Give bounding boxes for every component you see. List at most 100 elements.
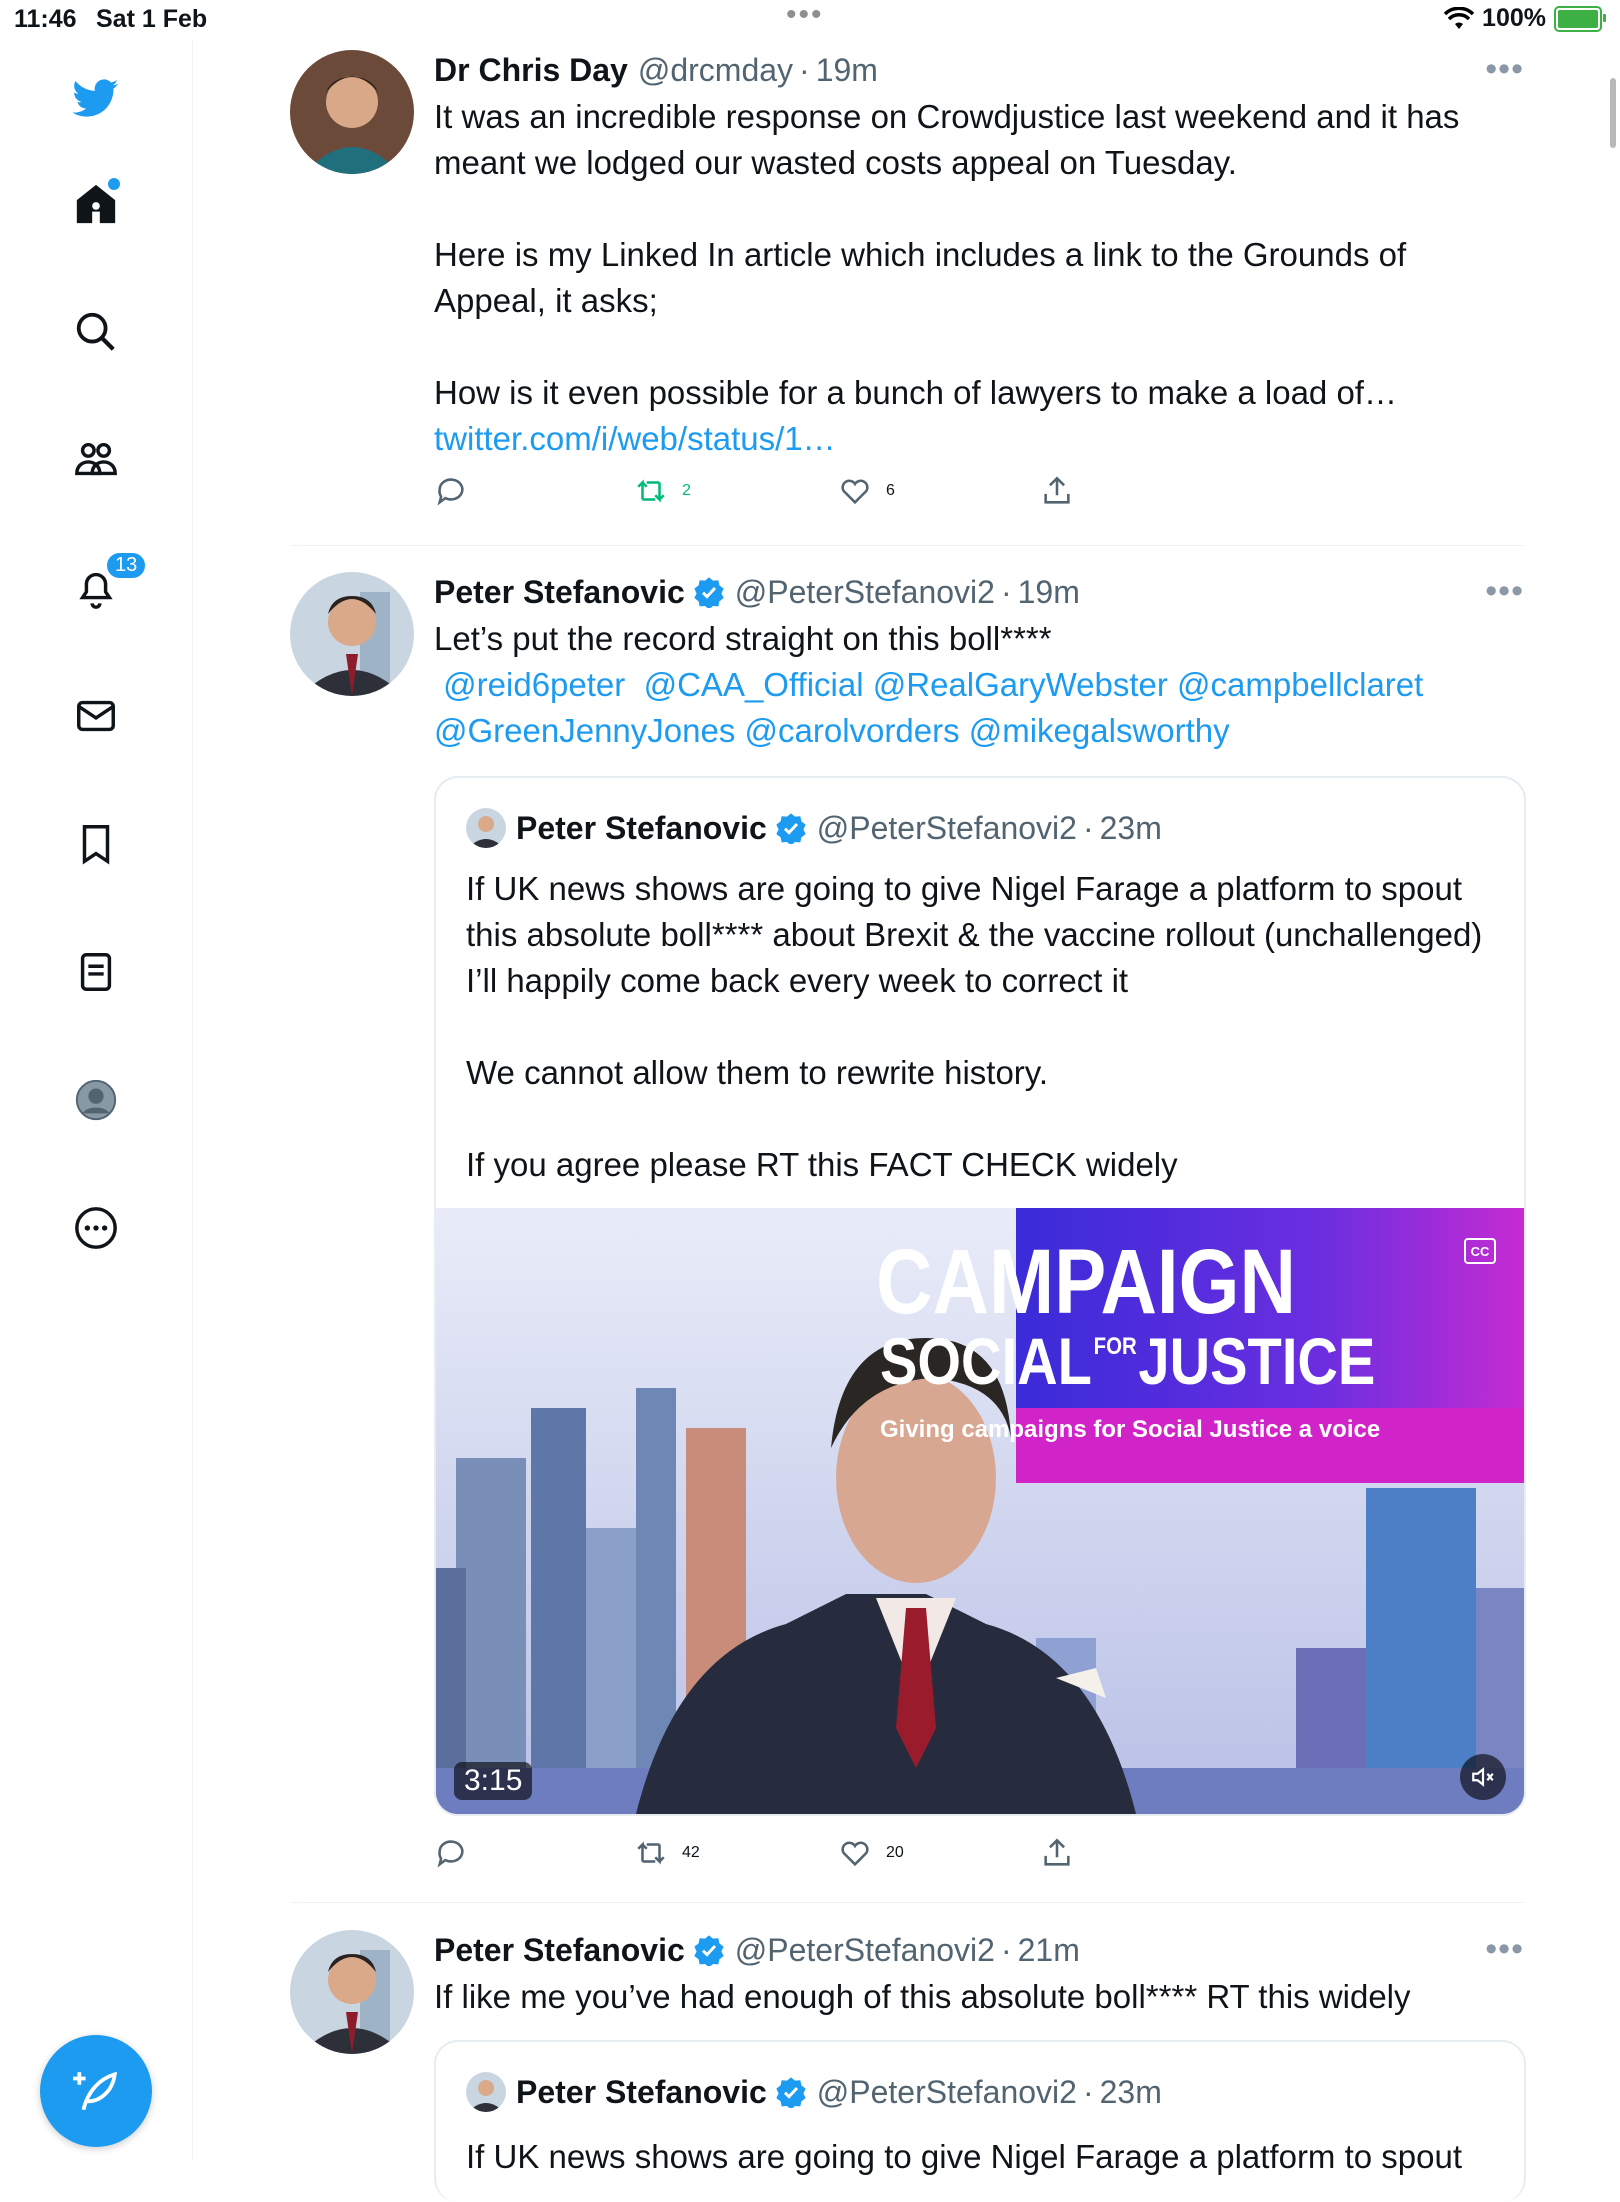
reply-icon [437, 478, 464, 506]
banner-word: JUSTICE [1138, 1324, 1376, 1398]
compose-tweet-button[interactable] [40, 2035, 152, 2147]
quote-avatar[interactable] [466, 2072, 506, 2112]
video-player[interactable]: CAMPAIGN SOCIAL FOR JUSTICE Giving campa… [436, 1208, 1524, 1814]
like-button[interactable]: 6 [838, 474, 895, 508]
quote-time[interactable]: 23m [1100, 810, 1162, 847]
tweet-paragraph: It was an incredible response on Crowdju… [434, 98, 1460, 181]
notifications-icon[interactable]: 13 [66, 550, 149, 618]
home-icon[interactable] [66, 174, 126, 234]
tweet-header: Dr Chris Day @drcmday · 19m [434, 50, 1524, 90]
separator: · [1082, 2073, 1094, 2110]
closed-captions-icon[interactable]: CC [1464, 1238, 1496, 1264]
verified-badge-icon [694, 1935, 724, 1966]
twitter-logo-icon[interactable] [66, 68, 126, 128]
avatar[interactable] [290, 50, 414, 174]
multitasking-dots[interactable]: ••• [786, 0, 824, 32]
tweet-time[interactable]: 19m [816, 50, 878, 90]
author-handle[interactable]: @PeterStefanovi2 [735, 1930, 995, 1970]
quoted-tweet[interactable]: Peter Stefanovic @PeterStefanovi2 · 23m … [434, 2040, 1526, 2202]
quoted-tweet[interactable]: Peter Stefanovic @PeterStefanovi2 · 23m … [434, 776, 1526, 1816]
home-unread-dot [108, 178, 120, 190]
scrollbar[interactable] [1610, 78, 1616, 148]
retweet-button[interactable]: 2 [634, 474, 691, 508]
share-icon [1044, 1838, 1070, 1866]
share-button[interactable] [1040, 1836, 1074, 1870]
tweet-text: Let’s put the record straight on this bo… [434, 616, 1524, 754]
tweet-time[interactable]: 21m [1018, 1930, 1080, 1970]
video-duration: 3:15 [454, 1762, 533, 1800]
share-icon [1044, 476, 1070, 504]
status-bar: 11:46 Sat 1 Feb ••• 100% [0, 0, 1620, 40]
tweet-time[interactable]: 19m [1018, 572, 1080, 612]
quote-avatar[interactable] [466, 808, 506, 848]
muted-speaker-icon [1472, 1767, 1494, 1787]
reply-icon [437, 1840, 464, 1868]
banner-tagline: Giving campaigns for Social Justice a vo… [880, 1416, 1381, 1443]
share-button[interactable] [1040, 474, 1074, 508]
quote-author-name[interactable]: Peter Stefanovic [516, 2074, 767, 2111]
quote-text: If UK news shows are going to give Nigel… [466, 2138, 1463, 2175]
reply-button[interactable] [434, 474, 468, 508]
separator: · [1000, 574, 1012, 610]
quote-author-handle[interactable]: @PeterStefanovi2 [817, 810, 1077, 847]
verified-badge-icon [776, 2077, 806, 2108]
retweet-button[interactable]: 42 [634, 1836, 700, 1870]
like-count: 20 [886, 1844, 904, 1861]
quote-author-name[interactable]: Peter Stefanovic [516, 810, 767, 847]
more-options-icon[interactable]: ••• [1485, 1930, 1524, 1969]
author-name[interactable]: Dr Chris Day [434, 50, 628, 90]
tweet-text: If like me you’ve had enough of this abs… [434, 1974, 1524, 2020]
messages-icon[interactable] [66, 686, 126, 746]
tweet-mentions[interactable]: @reid6peter @CAA_Official @RealGaryWebst… [434, 662, 1524, 754]
tweet-divider [290, 545, 1524, 546]
retweet-count: 42 [682, 1844, 700, 1861]
tweet-header: Peter Stefanovic @PeterStefanovi2 · 21m [434, 1930, 1524, 1970]
quote-paragraph: We cannot allow them to rewrite history. [466, 1054, 1049, 1091]
quote-header: Peter Stefanovic @PeterStefanovi2 · 23m [466, 2072, 1162, 2112]
lists-icon[interactable] [66, 942, 126, 1002]
tweet-paragraph: Here is my Linked In article which inclu… [434, 236, 1407, 319]
separator: · [799, 52, 810, 88]
tweet-text: It was an incredible response on Crowdju… [434, 94, 1524, 462]
communities-icon[interactable] [66, 430, 126, 490]
author-handle[interactable]: @drcmday [638, 50, 793, 90]
notifications-badge: 13 [104, 550, 149, 581]
quote-header: Peter Stefanovic @PeterStefanovi2 · 23m [466, 808, 1162, 848]
more-options-icon[interactable]: ••• [1485, 50, 1524, 89]
quote-author-handle[interactable]: @PeterStefanovi2 [817, 2074, 1077, 2111]
tweet-card[interactable]: Peter Stefanovic @PeterStefanovi2 · 19m … [290, 572, 1526, 1892]
tweet-card[interactable]: Peter Stefanovic @PeterStefanovi2 · 21m … [290, 1930, 1526, 2202]
like-count: 6 [886, 482, 895, 499]
bookmarks-icon[interactable] [66, 814, 126, 874]
search-icon[interactable] [66, 302, 126, 362]
more-options-icon[interactable]: ••• [1485, 572, 1524, 611]
avatar[interactable] [290, 572, 414, 696]
quote-time[interactable]: 23m [1100, 2074, 1162, 2111]
more-options-icon[interactable] [66, 1198, 126, 1258]
compose-feather-icon [73, 2071, 117, 2111]
retweet-count: 2 [682, 482, 691, 499]
author-name[interactable]: Peter Stefanovic [434, 1930, 685, 1970]
separator: · [1000, 1932, 1012, 1968]
status-time: 11:46 [14, 5, 77, 33]
reply-button[interactable] [434, 1836, 468, 1870]
like-button[interactable]: 20 [838, 1836, 904, 1870]
wifi-icon [1444, 6, 1475, 29]
sidebar-nav: 13 [0, 40, 193, 2160]
avatar[interactable] [290, 1930, 414, 2054]
tweet-paragraph: If like me you’ve had enough of this abs… [434, 1978, 1411, 2015]
banner-subtitle: SOCIAL FOR JUSTICE [880, 1328, 1375, 1394]
mute-button[interactable] [1460, 1754, 1506, 1800]
battery-percent: 100% [1482, 4, 1546, 32]
banner-word: FOR [1093, 1333, 1137, 1360]
tweet-paragraph: How is it even possible for a bunch of l… [434, 374, 1397, 411]
retweet-icon [637, 1841, 665, 1865]
profile-icon[interactable] [66, 1070, 126, 1130]
author-name[interactable]: Peter Stefanovic [434, 572, 685, 612]
status-right: 100% [1444, 4, 1606, 33]
author-handle[interactable]: @PeterStefanovi2 [735, 572, 995, 612]
tweet-card[interactable]: Dr Chris Day @drcmday · 19m ••• It was a… [290, 50, 1524, 530]
quote-paragraph: If UK news shows are going to give Nigel… [466, 870, 1483, 999]
tweet-link[interactable]: twitter.com/i/web/status/1… [434, 416, 1524, 462]
heart-icon [841, 479, 869, 505]
